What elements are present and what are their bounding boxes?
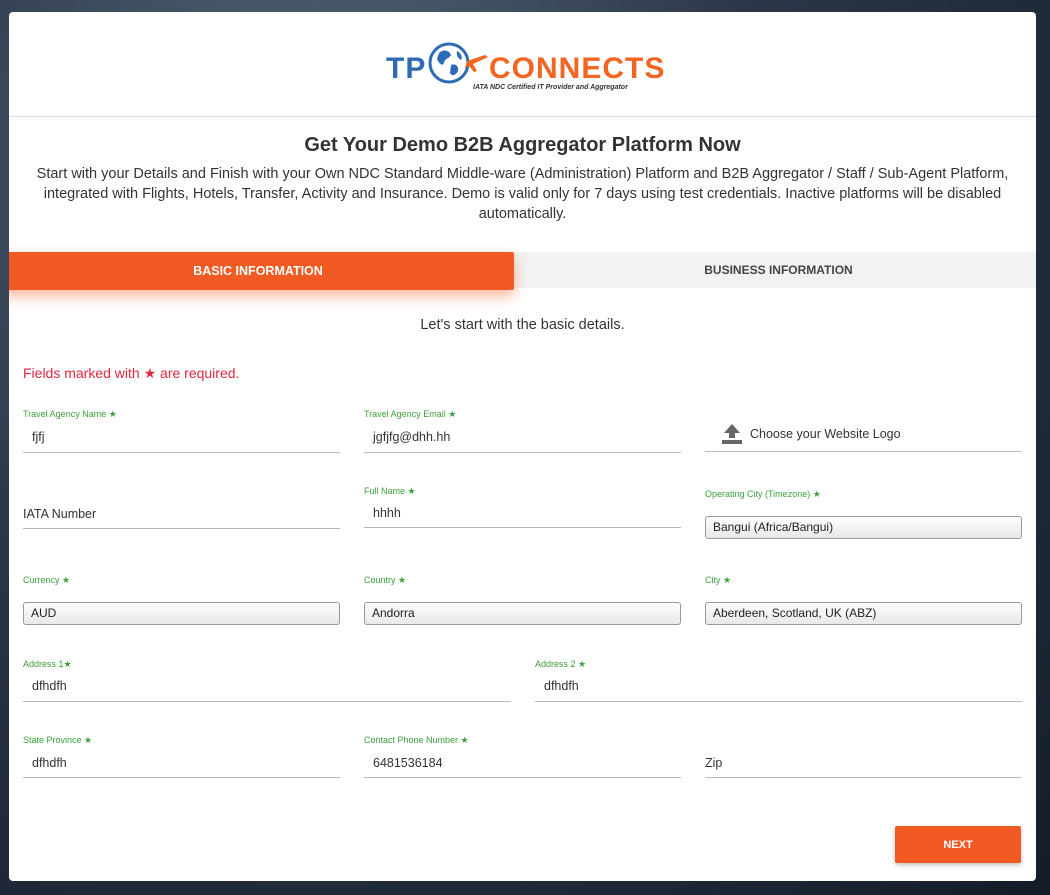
city-field[interactable]: City ★ Aberdeen, Scotland, UK (ABZ): [705, 575, 1022, 627]
currency-label: Currency ★: [23, 575, 71, 585]
address1-label: Address 1★: [23, 659, 72, 669]
page-intro: Start with your Details and Finish with …: [36, 166, 1009, 222]
city-label: City ★: [705, 575, 732, 585]
tp-connects-logo: TP CONNECTS IATA NDC Certified IT Provid…: [385, 40, 665, 100]
iata-number-input[interactable]: IATA Number: [23, 507, 96, 521]
agency-name-input[interactable]: fjfj: [32, 430, 45, 444]
next-button[interactable]: NEXT: [895, 826, 1021, 863]
city-select[interactable]: Aberdeen, Scotland, UK (ABZ): [705, 602, 1022, 625]
required-note: Fields marked with ★ are required.: [23, 365, 240, 381]
state-field[interactable]: State Province ★ dfhdfh: [23, 735, 340, 780]
agency-email-field[interactable]: Travel Agency Email ★ jgfjfg@dhh.hh: [364, 409, 681, 454]
agency-name-field[interactable]: Travel Agency Name ★ fjfj: [23, 409, 340, 454]
address2-input[interactable]: dfhdfh: [544, 679, 579, 693]
address1-input[interactable]: dfhdfh: [32, 679, 67, 693]
tab-business-information[interactable]: BUSINESS INFORMATION: [521, 252, 1036, 288]
zip-input[interactable]: Zip: [705, 756, 722, 770]
phone-underline: [364, 777, 681, 778]
registration-card: TP CONNECTS IATA NDC Certified IT Provid…: [9, 12, 1036, 881]
state-underline: [23, 777, 340, 778]
globe-plane-icon: [428, 42, 488, 84]
agency-name-underline: [23, 452, 340, 453]
agency-email-input[interactable]: jgfjfg@dhh.hh: [373, 430, 450, 444]
tab-bar: BUSINESS INFORMATION BASIC INFORMATION: [9, 252, 1036, 290]
upload-icon[interactable]: [721, 423, 743, 445]
full-name-underline: [364, 527, 681, 528]
operating-city-label: Operating City (Timezone) ★: [705, 489, 821, 499]
agency-name-label: Travel Agency Name ★: [23, 409, 117, 419]
phone-field[interactable]: Contact Phone Number ★ 6481536184: [364, 735, 681, 780]
form-subtitle: Let's start with the basic details.: [420, 317, 625, 333]
phone-input[interactable]: 6481536184: [373, 756, 443, 770]
address1-underline: [23, 701, 511, 702]
iata-number-underline: [23, 528, 340, 529]
iata-number-field[interactable]: IATA Number: [23, 486, 340, 531]
logo-upload-field[interactable]: Choose your Website Logo: [705, 409, 1022, 454]
state-label: State Province ★: [23, 735, 93, 745]
zip-field[interactable]: Zip: [705, 735, 1022, 780]
country-field[interactable]: Country ★ Andorra: [364, 575, 681, 627]
logo-upload-label[interactable]: Choose your Website Logo: [750, 427, 901, 441]
address2-label: Address 2 ★: [535, 659, 587, 669]
tab-basic-information[interactable]: BASIC INFORMATION: [9, 252, 514, 290]
agency-email-underline: [364, 452, 681, 453]
phone-label: Contact Phone Number ★: [364, 735, 469, 745]
logo-tagline: IATA NDC Certified IT Provider and Aggre…: [473, 84, 628, 91]
zip-underline: [705, 777, 1022, 778]
address1-field[interactable]: Address 1★ dfhdfh: [23, 659, 511, 704]
logo-upload-underline: [705, 451, 1022, 452]
header: TP CONNECTS IATA NDC Certified IT Provid…: [9, 12, 1036, 117]
address2-underline: [535, 701, 1022, 702]
state-input[interactable]: dfhdfh: [32, 756, 67, 770]
currency-select[interactable]: AUD: [23, 602, 340, 625]
logo-connects-text: CONNECTS: [489, 52, 666, 85]
currency-field[interactable]: Currency ★ AUD: [23, 575, 340, 627]
page-title: Get Your Demo B2B Aggregator Platform No…: [304, 134, 741, 156]
full-name-input[interactable]: hhhh: [373, 506, 401, 520]
operating-city-field[interactable]: Operating City (Timezone) ★ Bangui (Afri…: [705, 489, 1022, 541]
logo-tp-text: TP: [386, 52, 427, 85]
agency-email-label: Travel Agency Email ★: [364, 409, 457, 419]
operating-city-select[interactable]: Bangui (Africa/Bangui): [705, 516, 1022, 539]
full-name-label: Full Name ★: [364, 486, 416, 496]
country-select[interactable]: Andorra: [364, 602, 681, 625]
address2-field[interactable]: Address 2 ★ dfhdfh: [535, 659, 1022, 704]
country-label: Country ★: [364, 575, 407, 585]
full-name-field[interactable]: Full Name ★ hhhh: [364, 486, 681, 531]
